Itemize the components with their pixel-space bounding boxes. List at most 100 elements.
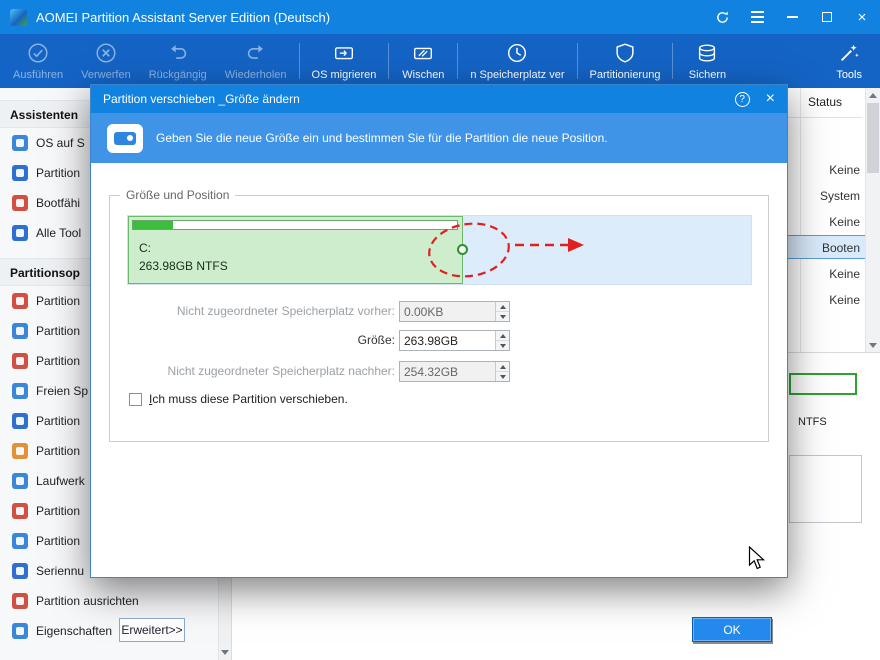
discard-button[interactable]: Verwerfen [72,34,140,88]
dialog-title: Partition verschieben _Größe ändern [103,92,300,106]
unallocated-after-field [399,361,510,382]
redo-button[interactable]: Wiederholen [216,34,296,88]
undo-button[interactable]: Rückgängig [140,34,216,88]
toolbar-label: Verwerfen [81,69,131,81]
unallocated-after-input [400,362,495,381]
sidebar-item-label: Partition [36,504,81,518]
status-cell[interactable]: Booten [788,235,876,261]
toolbar-separator [457,43,459,79]
unallocated-before-field [399,301,510,322]
checkmark-circle-icon [26,41,50,68]
sidebar-item-label: Seriennu [36,564,85,578]
sidebar-item-label: Partition [36,166,81,180]
advanced-button[interactable]: Erweitert>> [119,618,185,642]
app-logo-icon [10,8,27,26]
cross-circle-icon [94,41,118,68]
serial-icon [12,563,28,579]
size-input[interactable] [400,331,495,350]
sidebar-item-label: Laufwerk [36,474,85,488]
tools-button[interactable]: Tools [822,34,876,88]
toolbar-label: Partitionierung [589,69,661,81]
close-icon[interactable]: × [766,91,775,107]
scroll-down-icon[interactable] [219,645,231,660]
scrollbar-thumb[interactable] [867,103,879,173]
toolbar-label: Wischen [402,69,445,81]
apply-button[interactable]: Ausführen [4,34,72,88]
toolbar-label: Tools [836,69,862,81]
sidebar-item-label: Partition [36,354,81,368]
recover-icon [12,443,28,459]
toolbar-label: Sichern [688,69,727,81]
used-space-fill [133,221,173,229]
disk-badge-icon [107,123,143,153]
dialog-body: Größe und Position C: 263.98GB NTFS Nich… [91,163,787,642]
sidebar-item-label: Partition [36,414,81,428]
spinner [495,302,509,321]
sidebar-item-label: Alle Tool [36,226,82,240]
disk-migrate-icon [332,41,356,68]
grid-icon [12,225,28,241]
redo-icon [244,41,268,68]
banner-text: Geben Sie die neue Größe ein und bestimm… [156,131,608,145]
scroll-up-icon[interactable] [866,88,880,102]
titlebar: AOMEI Partition Assistant Server Edition… [0,0,880,34]
spinner[interactable] [495,331,509,350]
merge-icon [12,323,28,339]
sidebar-item-label: Partition [36,324,81,338]
toolbar-label: OS migrieren [311,69,377,81]
move-partition-checkbox-row[interactable]: Ich muss diese Partition verschieben. [129,392,348,406]
field-label-before: Nicht zugeordneter Speicherplatz vorher: [176,304,395,318]
sidebar-item-label: Eigenschaften [36,624,113,638]
minimize-button[interactable] [784,9,800,25]
sidebar-item-label: OS auf S [36,136,85,150]
quick-partition-button[interactable]: Partitionierung [581,34,670,88]
partition-block[interactable] [789,455,862,523]
move-resize-dialog: Partition verschieben _Größe ändern ? × … [90,84,788,642]
backup-button[interactable]: Sichern [676,34,738,88]
scroll-down-icon[interactable] [866,338,880,352]
status-cell[interactable]: Keine [788,209,876,235]
maximize-button[interactable] [819,9,835,25]
sidebar-item-label: Freien Sp [36,384,89,398]
undo-icon [166,41,190,68]
size-position-group: Größe und Position C: 263.98GB NTFS Nich… [109,188,769,442]
list-scrollbar[interactable] [865,88,880,352]
shield-icon [613,41,637,68]
sidebar-item-partition-align[interactable]: Partition ausrichten [0,586,231,616]
magic-wand-icon [837,41,861,68]
app-title: AOMEI Partition Assistant Server Edition… [36,9,331,25]
partition-block-selected[interactable] [789,373,857,395]
clock-icon [12,383,28,399]
wipe-button[interactable]: Wischen [392,34,454,88]
toolbar-separator [388,43,390,79]
resize-handle[interactable] [457,244,468,255]
dialog-titlebar: Partition verschieben _Größe ändern ? × [91,85,787,113]
ok-button[interactable]: OK [692,617,772,642]
sidebar-item-label: Partition [36,294,81,308]
spinner [495,362,509,381]
allocate-free-space-button[interactable]: n Speicherplatz ver [461,34,573,88]
status-cell[interactable]: Keine [788,287,876,313]
status-cell[interactable]: Keine [788,157,876,183]
sidebar-item-label: Partition ausrichten [36,594,139,608]
used-space-bar [132,220,458,230]
toolbar: Ausführen Verwerfen Rückgängig Wiederhol… [0,34,880,88]
migrate-os-button[interactable]: OS migrieren [303,34,386,88]
info-icon [12,623,28,639]
sidebar-item-label: Partition [36,444,81,458]
sidebar-item-properties[interactable]: Eigenschaften [0,616,231,646]
help-icon[interactable]: ? [734,91,750,107]
refresh-icon[interactable] [714,9,730,25]
partition-c-block[interactable]: C: 263.98GB NTFS [128,216,468,284]
checkbox[interactable] [129,392,142,406]
sidebar-item-label: Partition [36,534,81,548]
status-cell[interactable]: Keine [788,261,876,287]
menu-icon[interactable] [749,9,765,25]
database-icon [695,41,719,68]
toolbar-label: n Speicherplatz ver [470,69,565,81]
size-field[interactable] [399,330,510,351]
align-icon [12,593,28,609]
close-button[interactable]: × [854,9,870,26]
toolbar-label: Rückgängig [148,69,207,81]
status-cell[interactable]: System [788,183,876,209]
